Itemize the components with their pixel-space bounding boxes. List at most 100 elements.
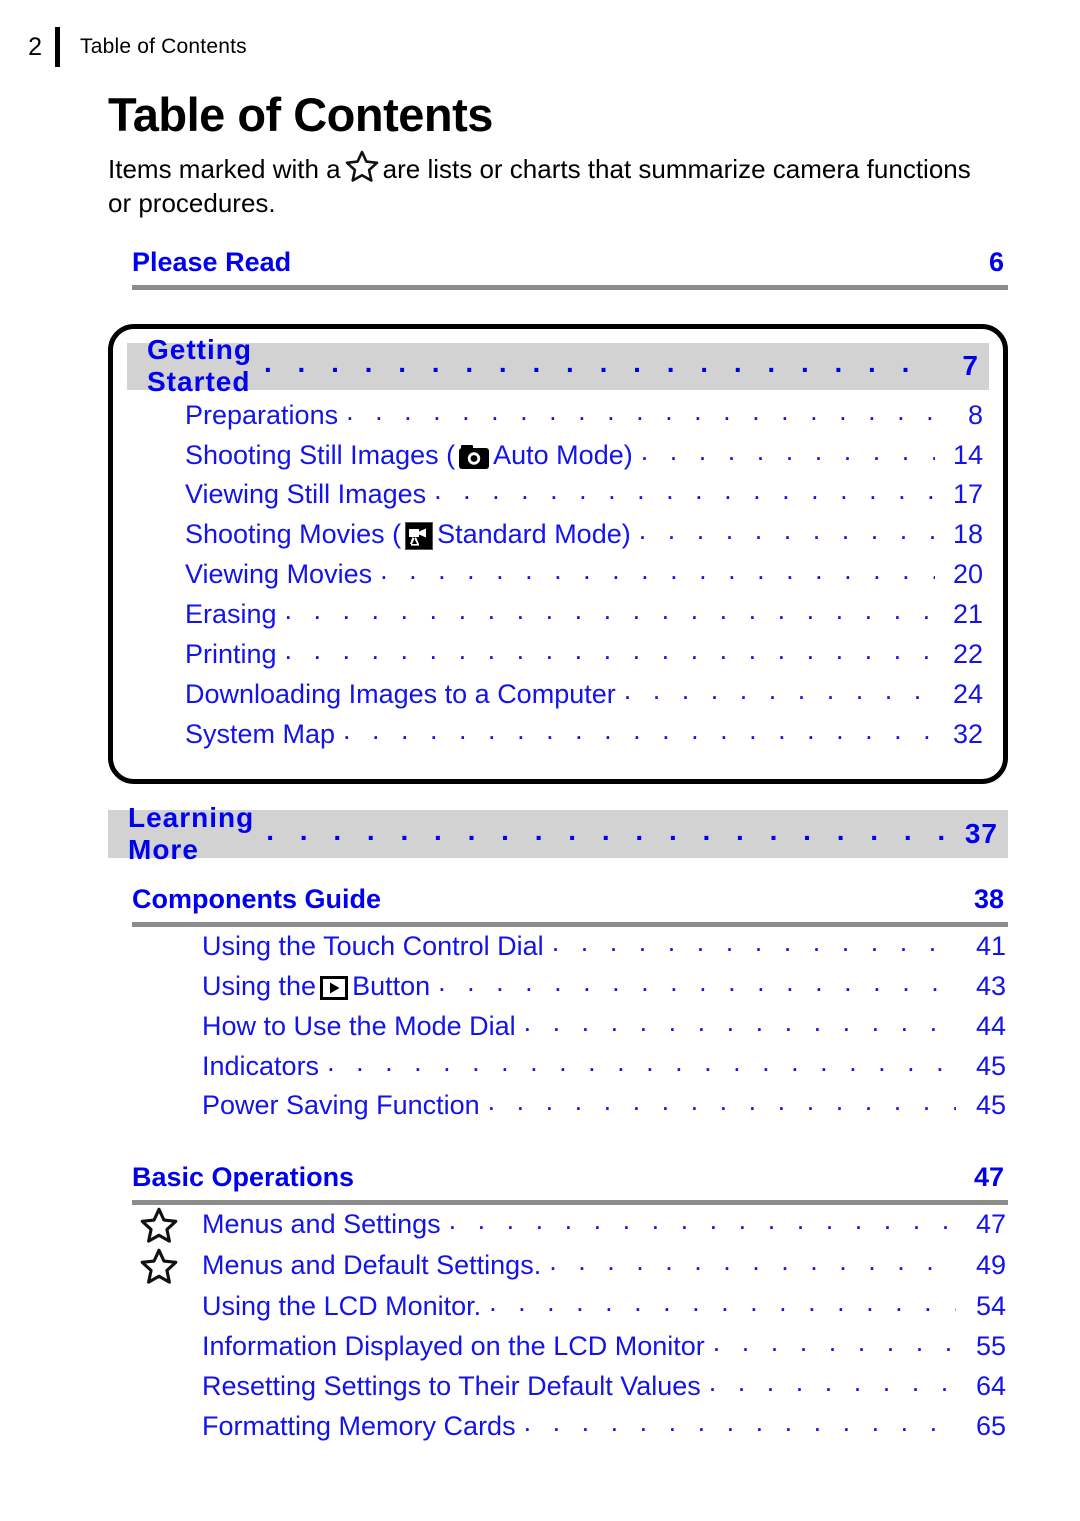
leader-dots: . . . . . . . . . . . . . . . . . . . . … (523, 1006, 956, 1037)
toc-entry-label: Preparations (185, 399, 339, 430)
toc-entry-page: 22 (952, 639, 983, 670)
toc-entry-page: 55 (975, 1331, 1006, 1362)
toc-entry-touch-control-dial[interactable]: Using the Touch Control Dial . . . . . .… (108, 927, 1008, 967)
toc-entry-information-displayed[interactable]: Information Displayed on the LCD Monitor… (108, 1327, 1008, 1367)
toc-content: Table of Contents Items marked with a ar… (108, 88, 1008, 1447)
toc-entry-page: 47 (975, 1209, 1006, 1240)
leader-dots: . . . . . . . . . . . . . . . . . . . . … (343, 714, 935, 745)
banner-getting-started[interactable]: Getting Started . . . . . . . . . . . . … (127, 334, 989, 397)
toc-entry-erasing[interactable]: Erasing . . . . . . . . . . . . . . . . … (127, 595, 989, 635)
toc-entry-label: Using the Button (202, 969, 430, 1005)
leader-dots: . . . . . . . . . . . . . . . . . . . . … (266, 814, 950, 846)
toc-entry-label: Menus and Settings (202, 1209, 441, 1240)
leader-dots: . . . . . . . . . . . . . . . . . . . . … (487, 1086, 956, 1117)
star-icon (345, 150, 379, 183)
getting-started-entries: Preparations . . . . . . . . . . . . . .… (127, 390, 989, 755)
leader-dots: . . . . . . . . . . . . . . . . . . . . … (346, 395, 935, 426)
leader-dots: . . . . . . . . . . . . . . . . . . . . … (327, 1046, 956, 1077)
toc-entry-system-map[interactable]: System Map . . . . . . . . . . . . . . .… (127, 715, 989, 755)
toc-entry-viewing-still-images[interactable]: Viewing Still Images . . . . . . . . . .… (127, 475, 989, 515)
leader-dots: . . . . . . . . . . . . . . . . . . . . … (489, 1287, 956, 1318)
toc-entry-menus-and-settings[interactable]: Menus and Settings . . . . . . . . . . .… (108, 1205, 1008, 1246)
leader-dots: . . . . . . . . . . . . . . . . . . . . … (623, 675, 935, 706)
section-basic-operations-label: Basic Operations (132, 1162, 355, 1193)
toc-entry-label-pre: Shooting Movies ( (185, 519, 402, 550)
toc-entry-page: 24 (952, 679, 983, 710)
toc-entry-page: 49 (975, 1250, 1006, 1281)
toc-entry-label: Erasing (185, 599, 277, 630)
toc-entry-page: 54 (975, 1291, 1006, 1322)
toc-entry-page: 32 (952, 718, 983, 749)
page-header: 2 Table of Contents (0, 24, 1080, 70)
toc-entry-mode-dial[interactable]: How to Use the Mode Dial . . . . . . . .… (108, 1007, 1008, 1047)
toc-entry-label: Viewing Still Images (185, 479, 427, 510)
section-components-guide-label: Components Guide (132, 883, 381, 914)
toc-entry-label: Using the Touch Control Dial (202, 930, 544, 961)
toc-entry-menus-and-default-settings[interactable]: Menus and Default Settings. . . . . . . … (108, 1246, 1008, 1287)
banner-learning-more[interactable]: Learning More . . . . . . . . . . . . . … (108, 802, 1008, 865)
leader-dots: . . . . . . . . . . . . . . . . . . . . … (712, 1327, 956, 1358)
components-guide-entries: Using the Touch Control Dial . . . . . .… (108, 927, 1008, 1127)
toc-entry-page: 44 (975, 1010, 1006, 1041)
leader-dots: . . . . . . . . . . . . . . . . . . . . … (638, 515, 935, 546)
toc-entry-shooting-still-images[interactable]: Shooting Still Images ( Auto Mode) . . .… (127, 436, 989, 476)
toc-entry-label: Shooting Still Images ( Auto Mode) (185, 438, 633, 474)
section-basic-operations[interactable]: Basic Operations 47 (108, 1162, 1008, 1206)
section-please-read-label: Please Read (132, 246, 292, 277)
toc-entry-label-post: Auto Mode) (493, 439, 633, 470)
toc-entry-downloading-images[interactable]: Downloading Images to a Computer . . . .… (127, 675, 989, 715)
toc-entry-page: 17 (952, 479, 983, 510)
playback-button-icon (320, 975, 349, 1000)
section-basic-operations-page: 47 (973, 1162, 1004, 1193)
star-icon (140, 1207, 202, 1244)
intro-paragraph: Items marked with a are lists or charts … (108, 150, 988, 221)
toc-entry-indicators[interactable]: Indicators . . . . . . . . . . . . . . .… (108, 1047, 1008, 1087)
toc-entry-label-post: Button (352, 970, 431, 1001)
toc-entry-label: How to Use the Mode Dial (202, 1010, 516, 1041)
toc-entry-label: Formatting Memory Cards (202, 1411, 516, 1442)
toc-entry-shooting-movies[interactable]: Shooting Movies ( Standard Mode) . . . .… (127, 515, 989, 555)
section-please-read[interactable]: Please Read 6 (108, 247, 1008, 290)
toc-entry-viewing-movies[interactable]: Viewing Movies . . . . . . . . . . . . .… (127, 555, 989, 595)
toc-entry-page: 14 (952, 439, 983, 470)
section-components-guide[interactable]: Components Guide 38 (108, 884, 1008, 927)
toc-entry-using-lcd-monitor[interactable]: Using the LCD Monitor. . . . . . . . . .… (108, 1287, 1008, 1327)
toc-entry-label-pre: Shooting Still Images ( (185, 439, 456, 470)
toc-entry-page: 21 (952, 599, 983, 630)
toc-entry-label-post: Standard Mode) (437, 519, 631, 550)
leader-dots: . . . . . . . . . . . . . . . . . . . . … (640, 435, 935, 466)
leader-dots: . . . . . . . . . . . . . . . . . . . . … (448, 1205, 956, 1236)
banner-learning-more-page: 37 (964, 817, 998, 849)
banner-getting-started-page: 7 (962, 350, 979, 382)
toc-entry-page: 45 (975, 1050, 1006, 1081)
toc-entry-printing[interactable]: Printing . . . . . . . . . . . . . . . .… (127, 635, 989, 675)
toc-entry-label-pre: Using the (202, 970, 317, 1001)
banner-learning-more-label: Learning More (128, 801, 255, 865)
toc-entry-label: Using the LCD Monitor. (202, 1291, 482, 1322)
banner-getting-started-label: Getting Started (147, 334, 252, 398)
header-divider (55, 27, 60, 67)
toc-entry-label: Resetting Settings to Their Default Valu… (202, 1371, 701, 1402)
toc-entry-page: 41 (975, 930, 1006, 961)
leader-dots: . . . . . . . . . . . . . . . . . . . . … (523, 1407, 956, 1438)
movie-camera-icon (405, 522, 434, 551)
getting-started-box: Getting Started . . . . . . . . . . . . … (108, 323, 1008, 784)
section-please-read-page: 6 (988, 246, 1004, 277)
toc-entry-label: System Map (185, 718, 336, 749)
toc-entry-label: Power Saving Function (202, 1090, 480, 1121)
toc-entry-label: Shooting Movies ( Standard Mode) (185, 517, 631, 553)
toc-entry-page: 43 (975, 970, 1006, 1001)
leader-dots: . . . . . . . . . . . . . . . . . . . . … (264, 347, 931, 379)
toc-entry-playback-button[interactable]: Using the Button . . . . . . . . . . . .… (108, 967, 1008, 1007)
toc-entry-label: Indicators (202, 1050, 320, 1081)
toc-entry-formatting-memory-cards[interactable]: Formatting Memory Cards . . . . . . . . … (108, 1407, 1008, 1447)
section-components-guide-page: 38 (973, 883, 1004, 914)
toc-entry-page: 18 (952, 519, 983, 550)
header-title: Table of Contents (80, 35, 247, 58)
leader-dots: . . . . . . . . . . . . . . . . . . . . … (549, 1246, 956, 1277)
toc-entry-preparations[interactable]: Preparations . . . . . . . . . . . . . .… (127, 396, 989, 436)
camera-icon (459, 444, 490, 470)
leader-dots: . . . . . . . . . . . . . . . . . . . . … (438, 966, 956, 997)
toc-entry-resetting-settings[interactable]: Resetting Settings to Their Default Valu… (108, 1367, 1008, 1407)
toc-entry-power-saving[interactable]: Power Saving Function . . . . . . . . . … (108, 1086, 1008, 1126)
